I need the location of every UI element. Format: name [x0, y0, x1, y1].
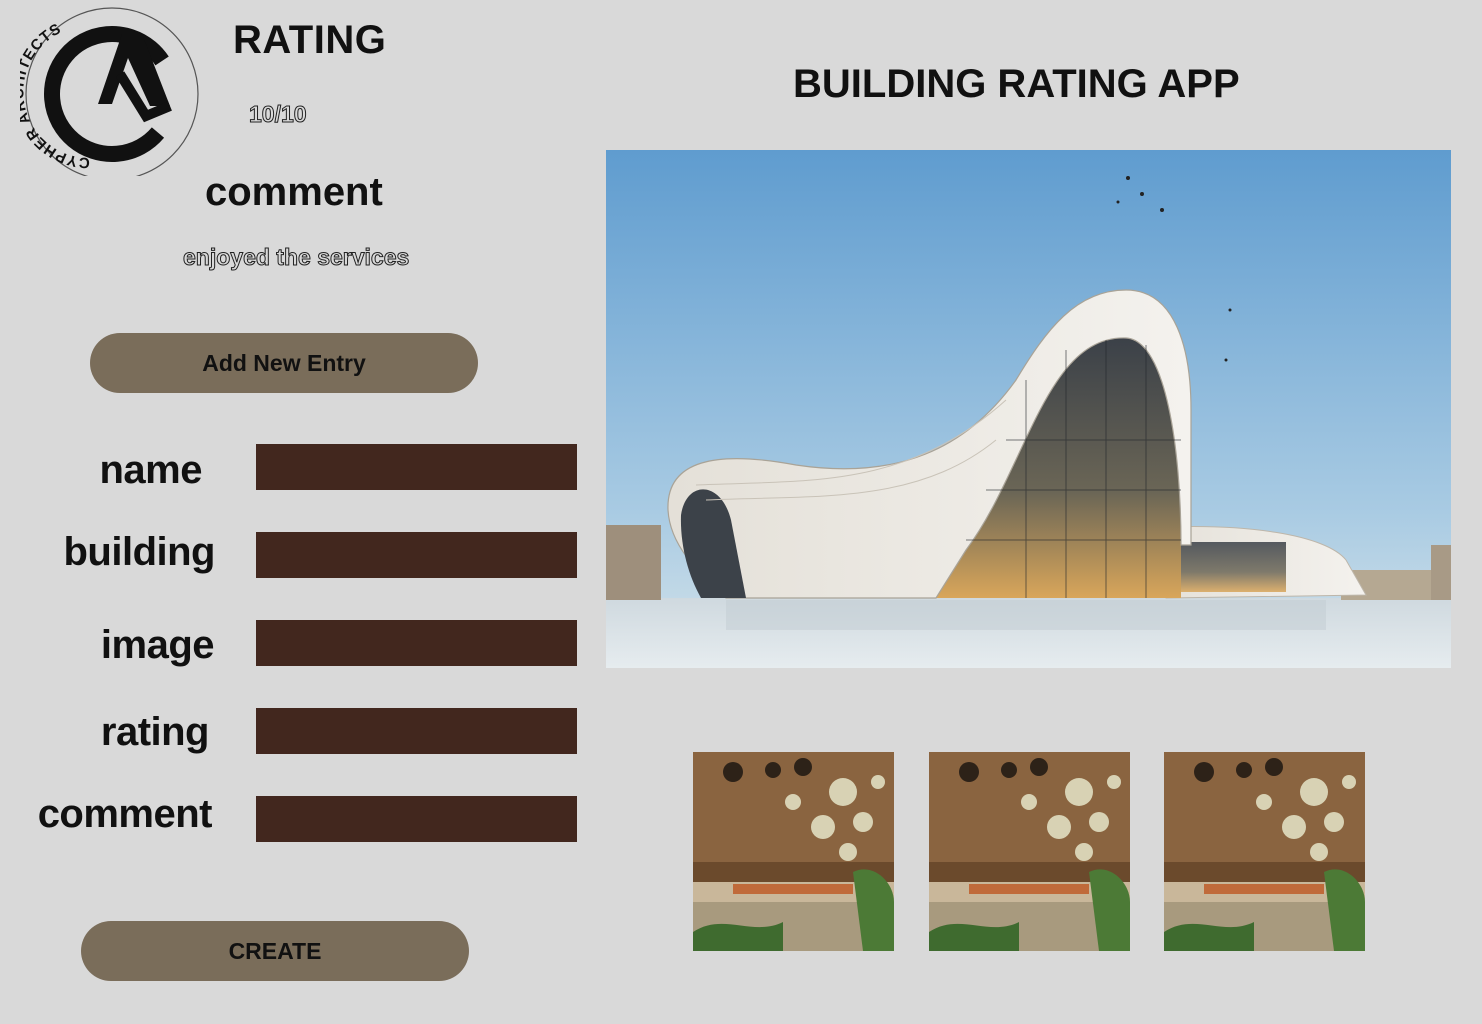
comment-label: comment — [37, 792, 213, 836]
comment-field[interactable] — [256, 796, 577, 842]
app-page: CYPHER ARCHITECTS RATING 10/10 comment e… — [0, 0, 1482, 1024]
name-label: name — [99, 448, 203, 492]
comment-value: enjoyed the services — [182, 244, 410, 271]
app-title: BUILDING RATING APP — [793, 62, 1240, 106]
rating-value: 10/10 — [249, 101, 308, 128]
rating-label: rating — [100, 710, 210, 754]
rating-heading: RATING — [233, 18, 387, 62]
create-button[interactable]: CREATE — [81, 921, 469, 981]
image-label: image — [100, 623, 215, 667]
building-hero-image[interactable] — [606, 150, 1451, 668]
cypher-architects-logo: CYPHER ARCHITECTS — [20, 7, 199, 176]
name-field[interactable] — [256, 444, 577, 490]
interior-thumbnail-3[interactable] — [1164, 752, 1365, 951]
interior-thumbnail-2[interactable] — [929, 752, 1130, 951]
interior-thumbnail-1[interactable] — [693, 752, 894, 951]
image-field[interactable] — [256, 620, 577, 666]
building-field[interactable] — [256, 532, 577, 578]
building-label: building — [63, 530, 215, 574]
rating-field[interactable] — [256, 708, 577, 754]
add-new-entry-button[interactable]: Add New Entry — [90, 333, 478, 393]
comment-heading: comment — [205, 170, 383, 214]
